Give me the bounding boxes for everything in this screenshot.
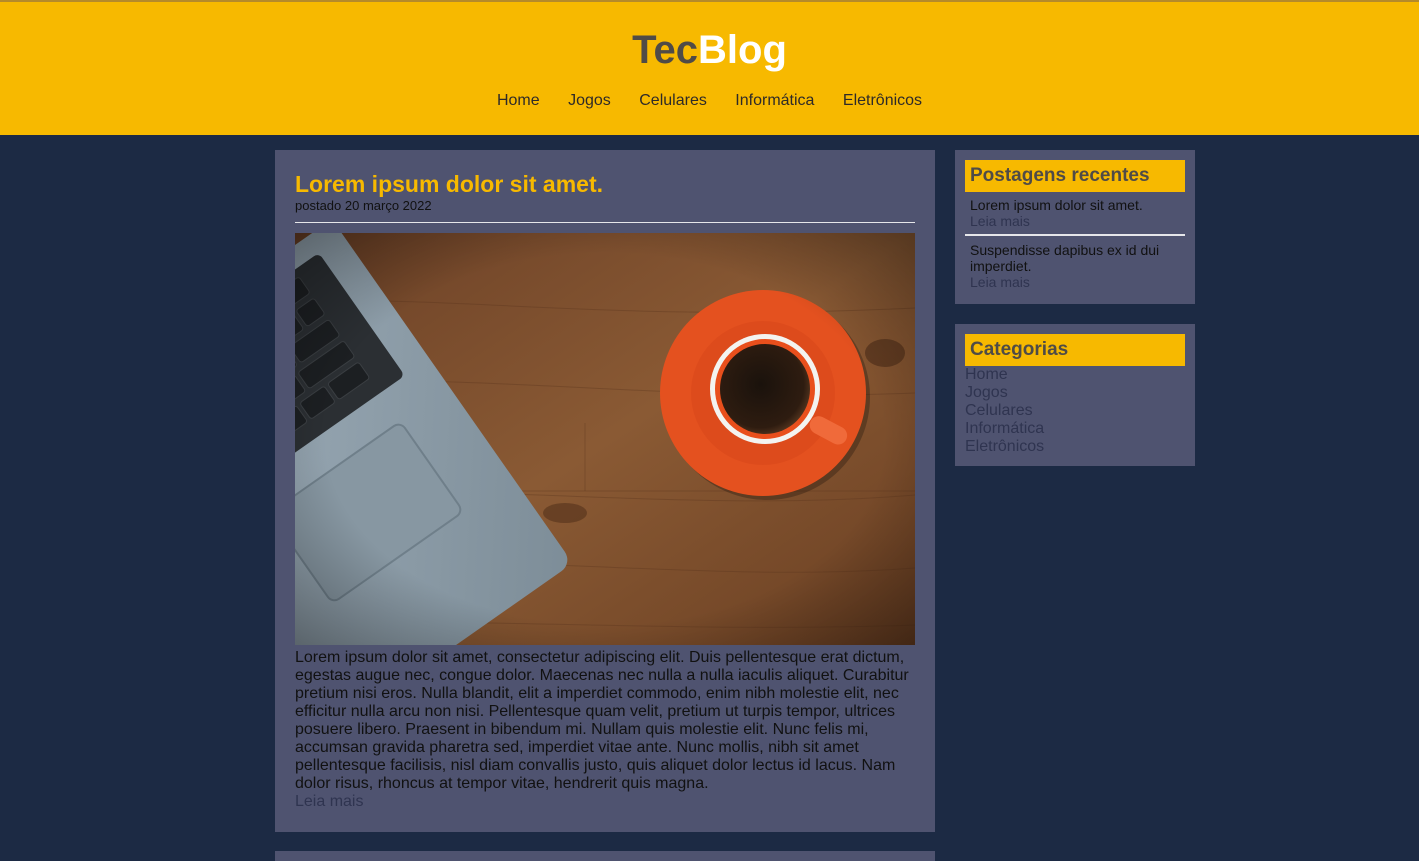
post-read-more-link[interactable]: Leia mais — [295, 793, 363, 811]
category-item: Home — [965, 366, 1185, 384]
nav-home[interactable]: Home — [497, 91, 540, 111]
recent-posts-title: Postagens recentes — [965, 160, 1185, 192]
nav-celulares[interactable]: Celulares — [639, 91, 707, 111]
nav-jogos[interactable]: Jogos — [568, 91, 611, 111]
recent-post-item: Lorem ipsum dolor sit amet. Leia mais — [965, 192, 1185, 229]
next-post-edge — [275, 851, 935, 861]
post-date: postado 20 março 2022 — [295, 198, 432, 213]
nav-eletronicos[interactable]: Eletrônicos — [843, 91, 922, 111]
recent-post-item: Suspendisse dapibus ex id dui imperdiet.… — [965, 234, 1185, 290]
post-body: Lorem ipsum dolor sit amet, consectetur … — [295, 649, 909, 792]
laptop-coffee-illustration — [295, 233, 915, 645]
category-item: Eletrônicos — [965, 438, 1185, 456]
category-item: Celulares — [965, 402, 1185, 420]
site-logo[interactable]: TecBlog — [0, 27, 1419, 73]
nav-informatica[interactable]: Informática — [735, 91, 814, 111]
category-jogos[interactable]: Jogos — [965, 384, 1008, 401]
categories-title: Categorias — [965, 334, 1185, 366]
post-divider — [295, 222, 915, 223]
logo-tec: Tec — [632, 28, 699, 72]
blog-post: Lorem ipsum dolor sit amet. postado 20 m… — [275, 150, 935, 832]
categories-widget: Categorias Home Jogos Celulares Informát… — [955, 324, 1195, 466]
category-celulares[interactable]: Celulares — [965, 402, 1033, 419]
category-item: Informática — [965, 420, 1185, 438]
categories-list: Home Jogos Celulares Informática Eletrôn… — [965, 366, 1185, 456]
logo-blog: Blog — [698, 28, 787, 72]
recent-post-title[interactable]: Lorem ipsum dolor sit amet. — [970, 197, 1180, 213]
category-eletronicos[interactable]: Eletrônicos — [965, 438, 1044, 455]
site-header: TecBlog Home Jogos Celulares Informática… — [0, 2, 1419, 135]
category-informatica[interactable]: Informática — [965, 420, 1044, 437]
recent-posts-widget: Postagens recentes Lorem ipsum dolor sit… — [955, 150, 1195, 304]
main-nav: Home Jogos Celulares Informática Eletrôn… — [0, 91, 1419, 111]
recent-read-more-link[interactable]: Leia mais — [970, 274, 1180, 290]
recent-post-title[interactable]: Suspendisse dapibus ex id dui imperdiet. — [970, 242, 1180, 274]
post-image — [295, 233, 915, 645]
category-home[interactable]: Home — [965, 366, 1008, 383]
post-title[interactable]: Lorem ipsum dolor sit amet. — [295, 171, 915, 198]
category-item: Jogos — [965, 384, 1185, 402]
recent-read-more-link[interactable]: Leia mais — [970, 213, 1180, 229]
